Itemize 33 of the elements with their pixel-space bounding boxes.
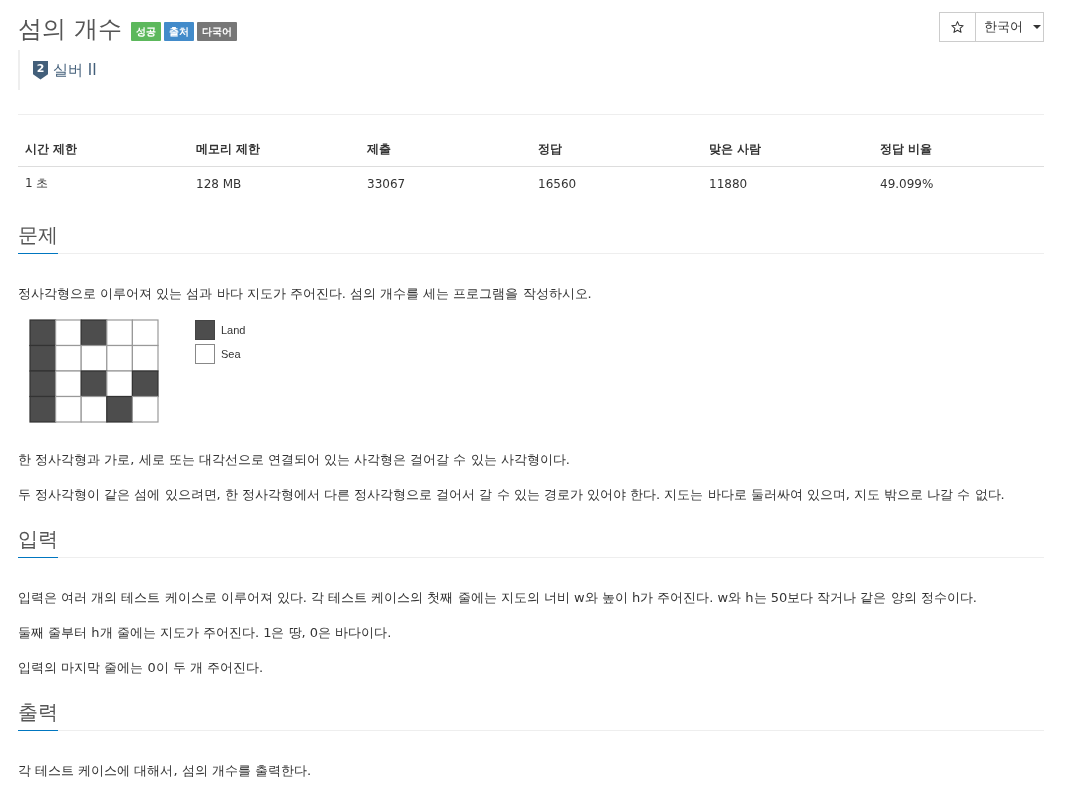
language-dropdown[interactable]: 한국어 — [975, 12, 1044, 42]
table-header: 정답 비율 — [873, 133, 1044, 167]
table-cell: 128 MB — [189, 166, 360, 200]
legend-label: Land — [221, 324, 246, 336]
table-header: 정답 — [531, 133, 702, 167]
paragraph: 정사각형으로 이루어져 있는 섬과 바다 지도가 주어진다. 섬의 개수를 세는 프로그램을 작성하시오. — [18, 285, 593, 303]
table-header: 맞은 사람 — [702, 133, 873, 167]
paragraph: 둘째 줄부터 h개 줄에는 지도가 주어진다. 1은 땅, 0은 바다이다. — [18, 624, 393, 642]
section-heading: 문제 — [18, 222, 58, 254]
table-cell: 11880 — [702, 166, 873, 200]
paragraph: 입력의 마지막 줄에는 0이 두 개 주어진다. — [18, 659, 265, 677]
table-cell: 1 초 — [18, 166, 189, 200]
problem-label[interactable]: 다국어 — [196, 21, 237, 41]
paragraph: 입력은 여러 개의 테스트 케이스로 이루어져 있다. 각 테스트 케이스의 첫째 줄에는 지도의 너비 w와 높이 h가 주어진다. w와 h는 50보다 작거나 같은 양의 정수이다. — [18, 589, 978, 607]
tier-badge-icon: 2 — [33, 60, 48, 80]
section-heading: 입력 — [18, 526, 58, 558]
table-header: 메모리 제한 — [189, 133, 360, 167]
table-header: 시간 제한 — [18, 133, 189, 167]
star-button[interactable] — [939, 12, 975, 42]
table-cell: 49.099% — [873, 166, 1044, 200]
legend-label: Sea — [221, 348, 241, 360]
table-cell: 33067 — [360, 166, 531, 200]
problem-label[interactable]: 성공 — [130, 21, 161, 41]
problem-label[interactable]: 출처 — [163, 21, 194, 41]
problem-title: 섬의 개수 — [18, 14, 122, 45]
section-heading: 출력 — [18, 699, 58, 731]
paragraph: 각 테스트 케이스에 대해서, 섬의 개수를 출력한다. — [18, 762, 313, 780]
paragraph: 한 정사각형과 가로, 세로 또는 대각선으로 연결되어 있는 사각형은 걸어갈 수 있는 사각형이다. — [18, 451, 571, 469]
caret-icon — [1033, 25, 1041, 29]
tier-name[interactable]: 실버 II — [53, 60, 97, 80]
table-cell: 16560 — [531, 166, 702, 200]
table-header: 제출 — [360, 133, 531, 167]
paragraph: 두 정사각형이 같은 섬에 있으려면, 한 정사각형에서 다른 정사각형으로 걸어서 갈 수 있는 경로가 있어야 한다. 지도는 바다로 둘러싸여 있으며, 지도 밖으로 나갈 수 없다. — [18, 486, 1006, 504]
